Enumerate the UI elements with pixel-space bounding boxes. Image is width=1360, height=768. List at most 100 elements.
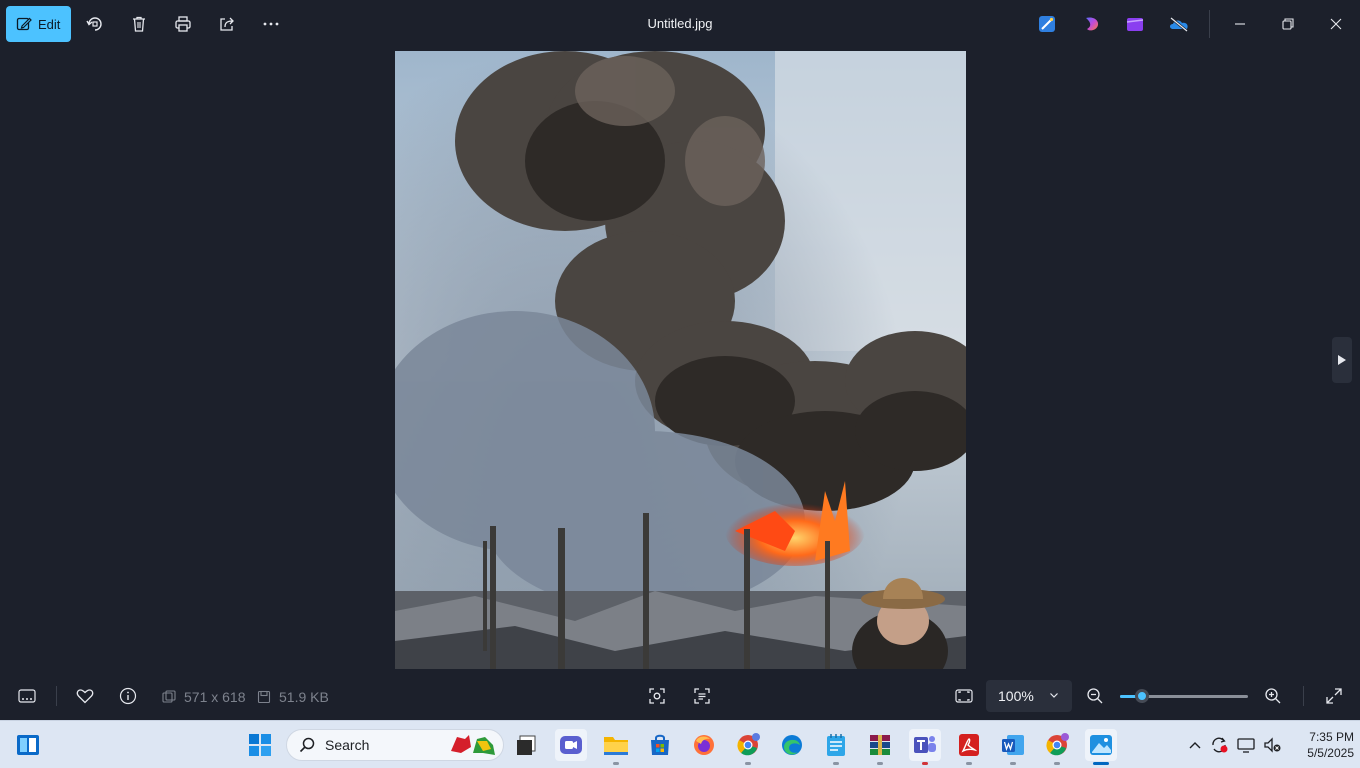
toolbar-divider: [1209, 10, 1210, 38]
image-dimensions: 571 x 618: [162, 689, 246, 705]
minimize-button[interactable]: [1226, 10, 1254, 38]
taskbar-app-file-explorer[interactable]: [600, 729, 632, 765]
share-icon: [220, 17, 234, 31]
windows-logo-icon: [249, 734, 271, 756]
system-clock[interactable]: 7:35 PM 5/5/2025: [1290, 729, 1354, 761]
monitor-icon: [1237, 738, 1255, 753]
print-button[interactable]: [169, 10, 197, 38]
print-icon: [175, 16, 191, 32]
running-indicator: [1054, 762, 1060, 765]
edit-label: Edit: [38, 16, 61, 32]
bottom-divider-right: [1303, 686, 1304, 706]
fullscreen-button[interactable]: [1322, 684, 1346, 708]
taskbar-app-edge[interactable]: [776, 729, 808, 761]
close-icon: [1330, 18, 1342, 30]
taskbar-app-file-manager[interactable]: [510, 729, 542, 761]
designer-app-button[interactable]: [1035, 12, 1059, 36]
teams-icon: [914, 736, 936, 753]
running-indicator: [1010, 762, 1016, 765]
zoom-slider-thumb[interactable]: [1134, 689, 1149, 703]
taskbar-app-teams[interactable]: [909, 729, 941, 765]
scan-text-icon: [694, 688, 710, 704]
photo-viewer-image[interactable]: [395, 51, 966, 669]
dimensions-text: 571 x 618: [184, 689, 246, 705]
chrome-profile-icon: [1046, 733, 1069, 756]
close-button[interactable]: [1322, 10, 1350, 38]
restore-icon: [1282, 18, 1294, 30]
file-size-text: 51.9 KB: [279, 689, 329, 705]
zoom-slider[interactable]: [1120, 689, 1248, 703]
zoom-value: 100%: [998, 688, 1034, 704]
sync-status-button[interactable]: [1207, 733, 1231, 757]
taskbar-app-meet[interactable]: [555, 729, 587, 761]
visual-search-button[interactable]: [645, 684, 669, 708]
taskbar-app-firefox[interactable]: [688, 729, 720, 761]
chevron-right-icon: [1338, 355, 1346, 365]
zoom-dropdown[interactable]: 100%: [986, 680, 1072, 712]
chevron-up-icon: [1189, 742, 1201, 749]
visual-search-icon: [649, 688, 665, 704]
delete-button[interactable]: [125, 10, 153, 38]
taskbar-app-word[interactable]: [997, 729, 1029, 765]
zoom-in-button[interactable]: [1261, 684, 1285, 708]
running-indicator: [966, 762, 972, 765]
delete-icon: [133, 16, 145, 32]
running-indicator: [745, 762, 751, 765]
clipchamp-icon: [1126, 18, 1144, 31]
minimize-icon: [1235, 23, 1245, 25]
firefox-icon: [694, 735, 714, 755]
windows-taskbar: Search 7:35 PM 5/5/2025: [0, 720, 1360, 768]
clipchamp-button[interactable]: [1123, 12, 1147, 36]
attention-indicator: [922, 762, 928, 765]
filmstrip-icon: [18, 689, 36, 703]
next-image-button[interactable]: [1332, 337, 1352, 383]
info-icon: [119, 687, 137, 705]
widgets-button[interactable]: [12, 729, 44, 761]
taskbar-app-winrar[interactable]: [864, 729, 896, 765]
start-button[interactable]: [244, 729, 276, 761]
edit-button[interactable]: Edit: [6, 6, 71, 42]
taskbar-search[interactable]: Search: [286, 729, 504, 761]
show-hidden-icons-button[interactable]: [1183, 733, 1207, 757]
taskbar-app-notepad[interactable]: [820, 729, 852, 765]
clock-time: 7:35 PM: [1309, 730, 1354, 744]
restore-button[interactable]: [1274, 10, 1302, 38]
taskbar-app-photos[interactable]: [1085, 729, 1117, 765]
taskbar-app-acrobat[interactable]: [953, 729, 985, 765]
file-info-button[interactable]: [116, 684, 140, 708]
clock-date: 5/5/2025: [1307, 746, 1354, 760]
onedrive-status-button[interactable]: [1167, 12, 1191, 36]
widgets-icon: [17, 735, 39, 755]
favorite-button[interactable]: [73, 684, 97, 708]
more-options-button[interactable]: [257, 10, 285, 38]
designer-icon: [1039, 16, 1055, 32]
taskbar-app-store[interactable]: [644, 729, 676, 761]
zoom-out-button[interactable]: [1083, 684, 1107, 708]
heart-icon: [76, 689, 94, 704]
search-placeholder: Search: [325, 737, 370, 753]
active-app-indicator: [1093, 762, 1109, 765]
file-title: Untitled.jpg: [647, 16, 713, 31]
filmstrip-button[interactable]: [15, 684, 39, 708]
rotate-button[interactable]: [81, 10, 109, 38]
rotate-icon: [86, 17, 102, 31]
clipchamp-gradient-icon: [1086, 17, 1099, 31]
taskbar-app-chrome-r[interactable]: [732, 729, 764, 765]
display-button[interactable]: [1234, 733, 1258, 757]
winrar-icon: [870, 735, 890, 755]
acrobat-icon: [959, 734, 979, 756]
more-icon: [263, 22, 279, 26]
bottom-toolbar: 571 x 618 51.9 KB 100%: [0, 672, 1360, 720]
search-icon: [299, 737, 315, 753]
clipchamp-gradient-button[interactable]: [1080, 12, 1104, 36]
running-indicator: [877, 762, 883, 765]
fire-smoke-photo: [395, 51, 966, 669]
share-button[interactable]: [213, 10, 241, 38]
volume-button[interactable]: [1260, 733, 1284, 757]
edge-icon: [782, 735, 802, 755]
top-toolbar: Edit Untitled.jpg: [0, 0, 1360, 48]
taskbar-app-chrome-w[interactable]: [1041, 729, 1073, 765]
scan-text-button[interactable]: [690, 684, 714, 708]
fit-to-window-button[interactable]: [952, 684, 976, 708]
edit-image-icon: [16, 17, 32, 31]
